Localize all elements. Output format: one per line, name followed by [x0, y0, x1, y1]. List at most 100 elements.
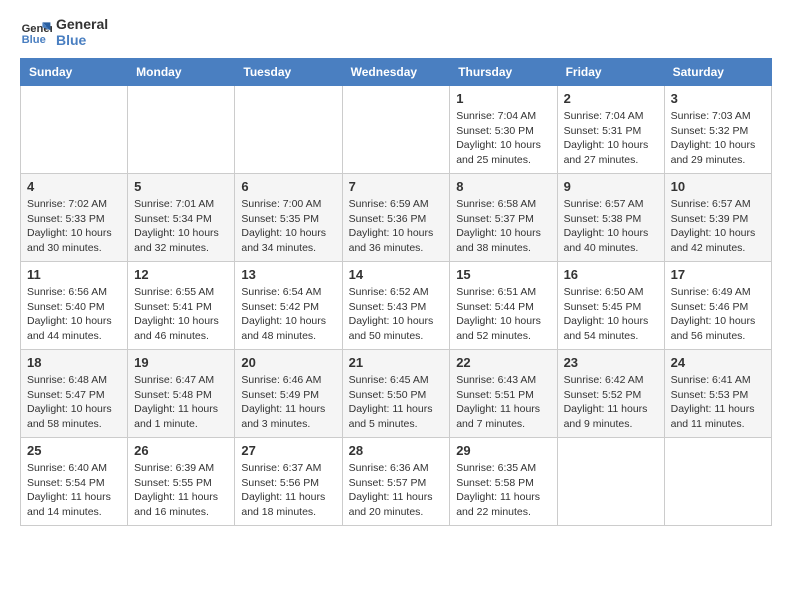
day-number: 10: [671, 179, 765, 194]
logo: General Blue General Blue: [20, 16, 108, 48]
day-number: 5: [134, 179, 228, 194]
svg-text:Blue: Blue: [22, 34, 46, 46]
day-info: Sunrise: 6:47 AMSunset: 5:48 PMDaylight:…: [134, 373, 228, 432]
day-number: 9: [564, 179, 658, 194]
day-cell: 6 Sunrise: 7:00 AMSunset: 5:35 PMDaylight…: [235, 174, 342, 262]
day-number: 11: [27, 267, 121, 282]
day-number: 25: [27, 443, 121, 458]
day-cell: 1Sunrise: 7:04 AMSunset: 5:30 PMDaylight…: [450, 86, 557, 174]
day-cell: 23 Sunrise: 6:42 AMSunset: 5:52 PMDayligh…: [557, 350, 664, 438]
header-tuesday: Tuesday: [235, 59, 342, 86]
day-info: Sunrise: 7:01 AMSunset: 5:34 PMDaylight:…: [134, 197, 228, 256]
day-cell: 11 Sunrise: 6:56 AMSunset: 5:40 PMDayligh…: [21, 262, 128, 350]
week-row-2: 4 Sunrise: 7:02 AMSunset: 5:33 PMDaylight…: [21, 174, 772, 262]
day-cell: [664, 438, 771, 526]
day-cell: 3 Sunrise: 7:03 AMSunset: 5:32 PMDaylight…: [664, 86, 771, 174]
day-info: Sunrise: 6:52 AMSunset: 5:43 PMDaylight:…: [349, 285, 444, 344]
day-number: 23: [564, 355, 658, 370]
day-cell: 5 Sunrise: 7:01 AMSunset: 5:34 PMDaylight…: [128, 174, 235, 262]
day-number: 4: [27, 179, 121, 194]
day-info: Sunrise: 6:37 AMSunset: 5:56 PMDaylight:…: [241, 461, 335, 520]
day-cell: 26 Sunrise: 6:39 AMSunset: 5:55 PMDayligh…: [128, 438, 235, 526]
logo-general: General: [56, 16, 108, 32]
day-cell: 8 Sunrise: 6:58 AMSunset: 5:37 PMDaylight…: [450, 174, 557, 262]
day-info: Sunrise: 7:00 AMSunset: 5:35 PMDaylight:…: [241, 197, 335, 256]
day-cell: 4 Sunrise: 7:02 AMSunset: 5:33 PMDaylight…: [21, 174, 128, 262]
day-info: Sunrise: 7:04 AMSunset: 5:31 PMDaylight:…: [564, 109, 658, 168]
day-number: 7: [349, 179, 444, 194]
day-number: 2: [564, 91, 658, 106]
day-number: 20: [241, 355, 335, 370]
header: General Blue General Blue: [20, 16, 772, 48]
day-number: 8: [456, 179, 550, 194]
day-cell: 24 Sunrise: 6:41 AMSunset: 5:53 PMDayligh…: [664, 350, 771, 438]
day-cell: 16Sunrise: 6:50 AMSunset: 5:45 PMDayligh…: [557, 262, 664, 350]
day-info: Sunrise: 6:57 AMSunset: 5:39 PMDaylight:…: [671, 197, 765, 256]
day-cell: 18Sunrise: 6:48 AMSunset: 5:47 PMDayligh…: [21, 350, 128, 438]
header-monday: Monday: [128, 59, 235, 86]
day-info: Sunrise: 6:57 AMSunset: 5:38 PMDaylight:…: [564, 197, 658, 256]
day-number: 17: [671, 267, 765, 282]
day-cell: 10 Sunrise: 6:57 AMSunset: 5:39 PMDayligh…: [664, 174, 771, 262]
day-cell: [342, 86, 450, 174]
day-number: 22: [456, 355, 550, 370]
day-info: Sunrise: 6:35 AMSunset: 5:58 PMDaylight:…: [456, 461, 550, 520]
day-cell: [557, 438, 664, 526]
calendar: SundayMondayTuesdayWednesdayThursdayFrid…: [20, 58, 772, 526]
header-thursday: Thursday: [450, 59, 557, 86]
header-sunday: Sunday: [21, 59, 128, 86]
day-cell: [21, 86, 128, 174]
day-cell: 22Sunrise: 6:43 AMSunset: 5:51 PMDayligh…: [450, 350, 557, 438]
day-cell: 28 Sunrise: 6:36 AMSunset: 5:57 PMDayligh…: [342, 438, 450, 526]
day-cell: 20Sunrise: 6:46 AMSunset: 5:49 PMDayligh…: [235, 350, 342, 438]
day-info: Sunrise: 7:04 AMSunset: 5:30 PMDaylight:…: [456, 109, 550, 168]
day-number: 19: [134, 355, 228, 370]
day-number: 6: [241, 179, 335, 194]
day-cell: 19 Sunrise: 6:47 AMSunset: 5:48 PMDayligh…: [128, 350, 235, 438]
day-number: 3: [671, 91, 765, 106]
day-number: 12: [134, 267, 228, 282]
day-number: 26: [134, 443, 228, 458]
day-info: Sunrise: 6:54 AMSunset: 5:42 PMDaylight:…: [241, 285, 335, 344]
day-info: Sunrise: 6:41 AMSunset: 5:53 PMDaylight:…: [671, 373, 765, 432]
day-cell: 13Sunrise: 6:54 AMSunset: 5:42 PMDayligh…: [235, 262, 342, 350]
day-number: 29: [456, 443, 550, 458]
day-cell: 21 Sunrise: 6:45 AMSunset: 5:50 PMDayligh…: [342, 350, 450, 438]
week-row-5: 25 Sunrise: 6:40 AMSunset: 5:54 PMDayligh…: [21, 438, 772, 526]
day-info: Sunrise: 6:40 AMSunset: 5:54 PMDaylight:…: [27, 461, 121, 520]
calendar-header-row: SundayMondayTuesdayWednesdayThursdayFrid…: [21, 59, 772, 86]
logo-icon: General Blue: [20, 16, 52, 48]
day-number: 18: [27, 355, 121, 370]
day-cell: 25 Sunrise: 6:40 AMSunset: 5:54 PMDayligh…: [21, 438, 128, 526]
day-cell: 15Sunrise: 6:51 AMSunset: 5:44 PMDayligh…: [450, 262, 557, 350]
week-row-3: 11 Sunrise: 6:56 AMSunset: 5:40 PMDayligh…: [21, 262, 772, 350]
day-info: Sunrise: 6:59 AMSunset: 5:36 PMDaylight:…: [349, 197, 444, 256]
header-saturday: Saturday: [664, 59, 771, 86]
day-info: Sunrise: 6:50 AMSunset: 5:45 PMDaylight:…: [564, 285, 658, 344]
day-info: Sunrise: 6:56 AMSunset: 5:40 PMDaylight:…: [27, 285, 121, 344]
header-friday: Friday: [557, 59, 664, 86]
day-info: Sunrise: 6:55 AMSunset: 5:41 PMDaylight:…: [134, 285, 228, 344]
day-cell: 2 Sunrise: 7:04 AMSunset: 5:31 PMDaylight…: [557, 86, 664, 174]
day-number: 21: [349, 355, 444, 370]
week-row-4: 18Sunrise: 6:48 AMSunset: 5:47 PMDayligh…: [21, 350, 772, 438]
day-info: Sunrise: 6:58 AMSunset: 5:37 PMDaylight:…: [456, 197, 550, 256]
day-info: Sunrise: 6:49 AMSunset: 5:46 PMDaylight:…: [671, 285, 765, 344]
day-cell: 12 Sunrise: 6:55 AMSunset: 5:41 PMDayligh…: [128, 262, 235, 350]
header-wednesday: Wednesday: [342, 59, 450, 86]
day-info: Sunrise: 6:39 AMSunset: 5:55 PMDaylight:…: [134, 461, 228, 520]
day-number: 15: [456, 267, 550, 282]
day-number: 24: [671, 355, 765, 370]
day-cell: [128, 86, 235, 174]
day-number: 28: [349, 443, 444, 458]
day-info: Sunrise: 7:02 AMSunset: 5:33 PMDaylight:…: [27, 197, 121, 256]
day-number: 14: [349, 267, 444, 282]
day-info: Sunrise: 6:36 AMSunset: 5:57 PMDaylight:…: [349, 461, 444, 520]
day-cell: 9 Sunrise: 6:57 AMSunset: 5:38 PMDaylight…: [557, 174, 664, 262]
day-info: Sunrise: 7:03 AMSunset: 5:32 PMDaylight:…: [671, 109, 765, 168]
day-info: Sunrise: 6:45 AMSunset: 5:50 PMDaylight:…: [349, 373, 444, 432]
logo-blue: Blue: [56, 32, 108, 48]
week-row-1: 1Sunrise: 7:04 AMSunset: 5:30 PMDaylight…: [21, 86, 772, 174]
day-info: Sunrise: 6:42 AMSunset: 5:52 PMDaylight:…: [564, 373, 658, 432]
day-cell: [235, 86, 342, 174]
